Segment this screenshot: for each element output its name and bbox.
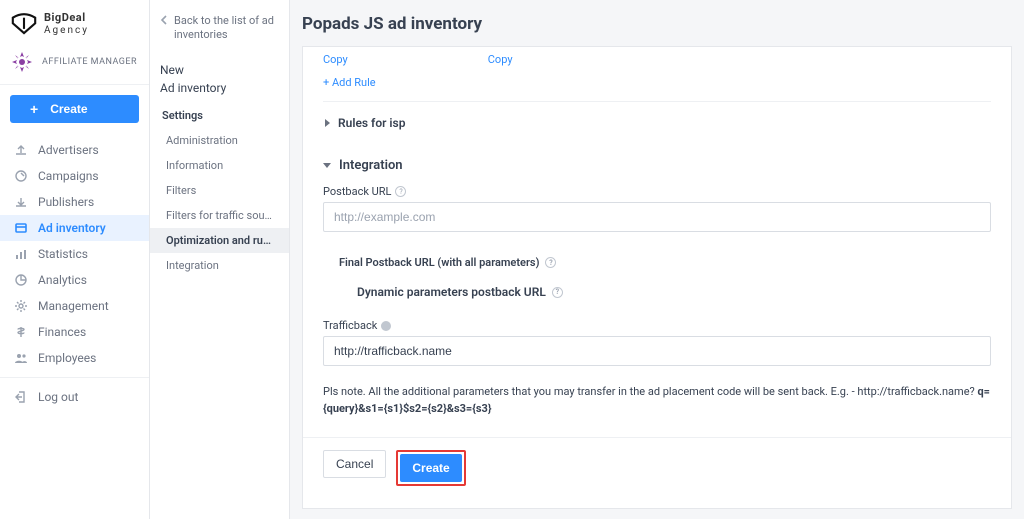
actions-bar: Cancel Create <box>303 437 1011 498</box>
nav-label: Log out <box>38 390 78 404</box>
triangle-right-icon <box>325 119 330 127</box>
nav-campaigns[interactable]: Campaigns <box>0 163 149 189</box>
postback-label: Postback URL ? <box>303 179 1011 202</box>
trafficback-input[interactable] <box>323 336 991 366</box>
nav-label: Finances <box>38 325 86 339</box>
sub-nav: Settings Administration Information Filt… <box>150 103 289 278</box>
logo: BigDeal Agency <box>0 0 149 44</box>
nav-statistics[interactable]: Statistics <box>0 241 149 267</box>
subnav-filters[interactable]: Filters <box>150 178 289 203</box>
logout-icon <box>14 390 28 404</box>
dynamic-params-row[interactable]: Dynamic parameters postback URL ? <box>339 279 1011 313</box>
affiliate-bar: AFFILIATE MANAGER <box>0 44 149 85</box>
logo-icon <box>10 12 38 36</box>
trafficback-label-text: Trafficback <box>323 319 377 332</box>
add-rule-link[interactable]: + Add Rule <box>303 72 1011 101</box>
main: Popads JS ad inventory Copy Copy + Add R… <box>290 0 1024 519</box>
nav-divider <box>0 377 149 378</box>
help-icon[interactable]: ? <box>395 186 406 197</box>
nav-label: Employees <box>38 351 96 365</box>
integration-heading[interactable]: Integration <box>303 144 1011 179</box>
subnav-information[interactable]: Information <box>150 153 289 178</box>
help-icon[interactable]: ? <box>545 257 556 268</box>
col2-new-label: New <box>150 55 289 79</box>
chevron-left-icon <box>160 15 168 43</box>
nav-label: Publishers <box>38 195 94 209</box>
logo-text: BigDeal Agency <box>44 12 89 35</box>
nav-label: Statistics <box>38 247 88 261</box>
finances-icon <box>14 325 28 339</box>
nav-logout[interactable]: Log out <box>0 384 149 410</box>
nav-ad-inventory[interactable]: Ad inventory <box>0 215 149 241</box>
copy-row: Copy Copy <box>303 53 1011 72</box>
nav-label: Advertisers <box>38 143 99 157</box>
nav: Advertisers Campaigns Publishers Ad inve… <box>0 137 149 519</box>
create-submit-button[interactable]: Create <box>400 454 461 482</box>
subnav-integration[interactable]: Integration <box>150 253 289 278</box>
back-link[interactable]: Back to the list of ad inventories <box>150 8 289 55</box>
final-postback-label: Final Postback URL (with all parameters) <box>339 256 539 269</box>
nav-label: Campaigns <box>38 169 99 183</box>
employees-icon <box>14 351 28 365</box>
subnav-settings[interactable]: Settings <box>150 103 289 128</box>
create-button[interactable]: + Create <box>10 95 139 123</box>
download-icon <box>14 195 28 209</box>
integration-label: Integration <box>339 158 403 173</box>
page-title: Popads JS ad inventory <box>302 14 1012 34</box>
analytics-icon <box>14 273 28 287</box>
help-icon[interactable]: ? <box>552 287 563 298</box>
copy-link-2[interactable]: Copy <box>488 53 513 66</box>
ad-inventory-icon <box>14 221 28 235</box>
subnav-optimization[interactable]: Optimization and rules <box>150 228 289 253</box>
trafficback-label: Trafficback <box>303 313 1011 336</box>
sub-sidebar: Back to the list of ad inventories New A… <box>150 0 290 519</box>
statistics-icon <box>14 247 28 261</box>
info-dot-icon[interactable] <box>381 321 391 331</box>
create-button-label: Create <box>50 102 87 116</box>
dynamic-params-label: Dynamic parameters postback URL <box>357 285 546 299</box>
nav-finances[interactable]: Finances <box>0 319 149 345</box>
final-postback-row: Final Postback URL (with all parameters)… <box>339 242 1011 279</box>
nav-analytics[interactable]: Analytics <box>0 267 149 293</box>
target-icon <box>14 169 28 183</box>
nav-label: Management <box>38 299 109 313</box>
affiliate-label: AFFILIATE MANAGER <box>42 57 137 67</box>
app-root: BigDeal Agency AFFILIATE MANAGER + Creat… <box>0 0 1024 519</box>
nav-employees[interactable]: Employees <box>0 345 149 371</box>
note-text: Pls note. All the additional parameters … <box>323 385 975 398</box>
upload-icon <box>14 143 28 157</box>
nav-management[interactable]: Management <box>0 293 149 319</box>
rules-for-isp-row[interactable]: Rules for isp <box>303 102 1011 144</box>
logo-line2: Agency <box>44 25 89 36</box>
form-card: Copy Copy + Add Rule Rules for isp Integ… <box>302 46 1012 509</box>
avatar-icon <box>10 50 34 74</box>
col2-adinventory-label: Ad inventory <box>150 79 289 103</box>
nav-publishers[interactable]: Publishers <box>0 189 149 215</box>
logo-line1: BigDeal <box>44 12 89 24</box>
subnav-administration[interactable]: Administration <box>150 128 289 153</box>
plus-icon: + <box>30 101 38 117</box>
nav-advertisers[interactable]: Advertisers <box>0 137 149 163</box>
copy-link-1[interactable]: Copy <box>323 53 348 66</box>
postback-input[interactable] <box>323 202 991 232</box>
subnav-filters-traffic[interactable]: Filters for traffic sour... <box>150 203 289 228</box>
sidebar: BigDeal Agency AFFILIATE MANAGER + Creat… <box>0 0 150 519</box>
postback-label-text: Postback URL <box>323 185 391 198</box>
trafficback-note: Pls note. All the additional parameters … <box>303 376 1011 437</box>
gear-icon <box>14 299 28 313</box>
integration-sub: Final Postback URL (with all parameters)… <box>303 242 1011 313</box>
triangle-down-icon <box>323 163 331 168</box>
rules-for-isp-label: Rules for isp <box>338 116 405 130</box>
nav-label: Analytics <box>38 273 87 287</box>
nav-label: Ad inventory <box>38 221 106 235</box>
back-label: Back to the list of ad inventories <box>174 14 279 43</box>
cancel-button[interactable]: Cancel <box>323 450 386 478</box>
create-highlight: Create <box>396 450 465 486</box>
